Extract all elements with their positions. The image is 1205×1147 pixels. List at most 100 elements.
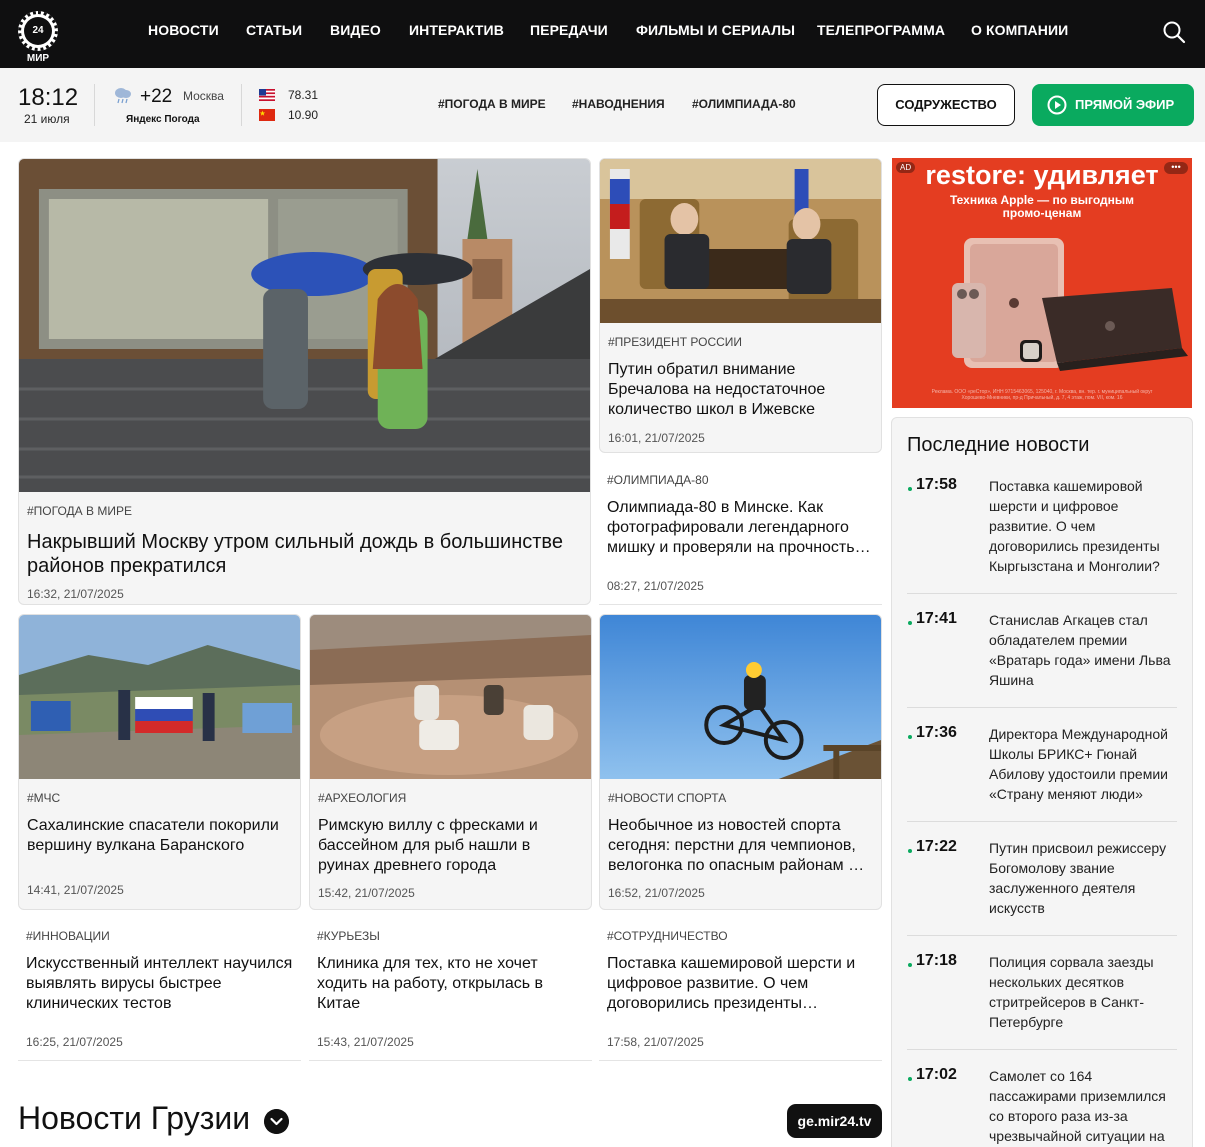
text-news-card[interactable]: #СОТРУДНИЧЕСТВО Поставка кашемировой шер… [599, 921, 882, 1061]
story-time: 15:42, 21/07/2025 [318, 886, 415, 900]
ad-legal-text: Реклама. ООО «реСтор», ИНН 9715463065, 1… [931, 389, 1153, 401]
nav-films-series[interactable]: ФИЛЬМЫ И СЕРИАЛЫ [636, 22, 795, 38]
nav-news[interactable]: НОВОСТИ [148, 22, 219, 38]
cny-rate: 10.90 [288, 108, 319, 122]
cloud-rain-icon [115, 88, 131, 104]
story-title[interactable]: Накрывший Москву утром сильный дождь в б… [27, 530, 582, 578]
story-tag[interactable]: #СОТРУДНИЧЕСТВО [607, 929, 728, 943]
latest-news-text[interactable]: Полиция сорвала заезды нескольких десятк… [989, 952, 1175, 1032]
news-card[interactable]: #МЧС Сахалинские спасатели покорили верш… [18, 614, 301, 910]
story-tag[interactable]: #ИННОВАЦИИ [26, 929, 110, 943]
story-tag[interactable]: #АРХЕОЛОГИЯ [318, 791, 406, 805]
latest-news-time: 17:58 [916, 476, 957, 493]
nav-video[interactable]: ВИДЕО [330, 22, 381, 38]
latest-news-time: 17:36 [916, 724, 957, 741]
latest-news-item[interactable]: 17:22 Путин присвоил режиссеру Богомолов… [907, 838, 1177, 936]
text-news-card[interactable]: #ИННОВАЦИИ Искусственный интеллект научи… [18, 921, 301, 1061]
bullet-dot [908, 849, 912, 853]
divider [241, 84, 242, 126]
commonwealth-button[interactable]: СОДРУЖЕСТВО [877, 84, 1015, 126]
nav-shows[interactable]: ПЕРЕДАЧИ [530, 22, 608, 38]
story-tag[interactable]: #НОВОСТИ СПОРТА [608, 791, 726, 805]
story-title[interactable]: Клиника для тех, кто не хочет ходить на … [317, 954, 584, 1014]
story-time: 17:58, 21/07/2025 [607, 1035, 704, 1049]
latest-news-panel: Последние новости 17:58 Поставка кашемир… [891, 417, 1193, 1147]
story-title[interactable]: Поставка кашемировой шерсти и цифровое р… [607, 954, 874, 1014]
text-news-card[interactable]: #КУРЬЕЗЫ Клиника для тех, кто не хочет х… [309, 921, 592, 1061]
apple-products-image [952, 238, 1188, 371]
latest-news-item[interactable]: 17:41 Станислав Агкацев стал обладателем… [907, 610, 1177, 708]
story-title[interactable]: Римскую виллу с фресками и бассейном для… [318, 816, 583, 876]
latest-news-text[interactable]: Станислав Агкацев стал обладателем преми… [989, 610, 1175, 690]
ad-title: restore: удивляет [925, 160, 1159, 190]
news-card-image [600, 615, 881, 779]
news-card-image [19, 615, 300, 779]
story-title[interactable]: Олимпиада-80 в Минске. Как фотографирова… [607, 498, 874, 558]
main-story-card[interactable]: #ПОГОДА В МИРЕ Накрывший Москву утром си… [18, 158, 591, 605]
story-tag[interactable]: #ОЛИМПИАДА-80 [607, 473, 709, 487]
latest-news-text[interactable]: Самолет со 164 пассажирами приземлился с… [989, 1066, 1175, 1147]
nav-about-company[interactable]: О КОМПАНИИ [971, 22, 1068, 38]
story-title[interactable]: Сахалинские спасатели покорили вершину в… [27, 816, 292, 856]
latest-news-item[interactable]: 17:36 Директора Международной Школы БРИК… [907, 724, 1177, 822]
story-time: 16:32, 21/07/2025 [27, 587, 124, 601]
latest-news-item[interactable]: 17:02 Самолет со 164 пассажирами приземл… [907, 1066, 1177, 1147]
story-time: 08:27, 21/07/2025 [607, 579, 704, 593]
latest-news-text[interactable]: Путин присвоил режиссеру Богомолову зван… [989, 838, 1175, 918]
divider [94, 84, 95, 126]
live-stream-label: ПРЯМОЙ ЭФИР [1075, 97, 1175, 112]
usa-flag-icon [259, 89, 275, 101]
side-text-story[interactable]: #ОЛИМПИАДА-80 Олимпиада-80 в Минске. Как… [599, 465, 882, 605]
story-time: 14:41, 21/07/2025 [27, 883, 124, 897]
usd-rate: 78.31 [288, 88, 319, 102]
tag-floods[interactable]: #НАВОДНЕНИЯ [572, 97, 665, 111]
search-icon[interactable] [1162, 20, 1186, 44]
china-flag-icon [259, 109, 275, 121]
weather-city: Москва [183, 89, 224, 103]
latest-news-text[interactable]: Поставка кашемировой шерсти и цифровое р… [989, 476, 1175, 576]
nav-articles[interactable]: СТАТЬИ [246, 22, 302, 38]
latest-news-item[interactable]: 17:18 Полиция сорвала заезды нескольких … [907, 952, 1177, 1050]
tag-weather-world[interactable]: #ПОГОДА В МИРЕ [438, 97, 546, 111]
bullet-dot [908, 735, 912, 739]
latest-news-text[interactable]: Директора Международной Школы БРИКС+ Гюн… [989, 724, 1175, 804]
ad-banner[interactable]: AD ••• restore: удивляет Техника Apple —… [892, 158, 1192, 408]
latest-news-time: 17:18 [916, 952, 957, 969]
news-card[interactable]: #НОВОСТИ СПОРТА Необычное из новостей сп… [599, 614, 882, 910]
latest-news-time: 17:41 [916, 610, 957, 627]
news-card-image [310, 615, 591, 779]
tag-olympics-80[interactable]: #ОЛИМПИАДА-80 [692, 97, 796, 111]
live-stream-button[interactable]: ПРЯМОЙ ЭФИР [1032, 84, 1194, 126]
temperature: +22 [140, 86, 173, 107]
side-story-card[interactable]: #ПРЕЗИДЕНТ РОССИИ Путин обратил внимание… [599, 158, 882, 453]
info-bar: 18:12 21 июля +22 Москва Яндекс Погода 7… [0, 68, 1205, 142]
story-time: 15:43, 21/07/2025 [317, 1035, 414, 1049]
news-card[interactable]: #АРХЕОЛОГИЯ Римскую виллу с фресками и б… [309, 614, 592, 910]
logo-text: 24 МИР [24, 17, 52, 64]
story-tag[interactable]: #ПРЕЗИДЕНТ РОССИИ [608, 335, 742, 349]
bullet-dot [908, 487, 912, 491]
story-title[interactable]: Необычное из новостей спорта сегодня: пе… [608, 816, 873, 876]
play-icon [1047, 95, 1067, 115]
current-time: 18:12 [18, 84, 79, 111]
bullet-dot [908, 1077, 912, 1081]
ad-subtitle: Техника Apple — по выгодным промо-ценам [949, 193, 1135, 220]
latest-news-item[interactable]: 17:58 Поставка кашемировой шерсти и цифр… [907, 476, 1177, 594]
yandex-weather-link[interactable]: Яндекс Погода [126, 114, 200, 125]
georgia-news-heading: Новости Грузии [18, 1100, 251, 1136]
story-tag[interactable]: #КУРЬЕЗЫ [317, 929, 380, 943]
story-tag[interactable]: #ПОГОДА В МИРЕ [27, 504, 132, 518]
bullet-dot [908, 621, 912, 625]
story-title[interactable]: Искусственный интеллект научился выявлят… [26, 954, 293, 1014]
story-title[interactable]: Путин обратил внимание Бречалова на недо… [608, 360, 873, 420]
story-tag[interactable]: #МЧС [27, 791, 60, 805]
nav-interactive[interactable]: ИНТЕРАКТИВ [409, 22, 504, 38]
georgia-site-link[interactable]: ge.mir24.tv [787, 1104, 882, 1138]
side-story-image [600, 159, 881, 323]
top-navigation: 24 МИР НОВОСТИ СТАТЬИ ВИДЕО ИНТЕРАКТИВ П… [0, 0, 1205, 68]
chevron-down-icon[interactable] [264, 1109, 289, 1134]
nav-tv-program[interactable]: ТЕЛЕПРОГРАММА [817, 22, 945, 38]
mir24-logo[interactable]: 24 МИР [18, 11, 58, 64]
bullet-dot [908, 963, 912, 967]
story-time: 16:52, 21/07/2025 [608, 886, 705, 900]
